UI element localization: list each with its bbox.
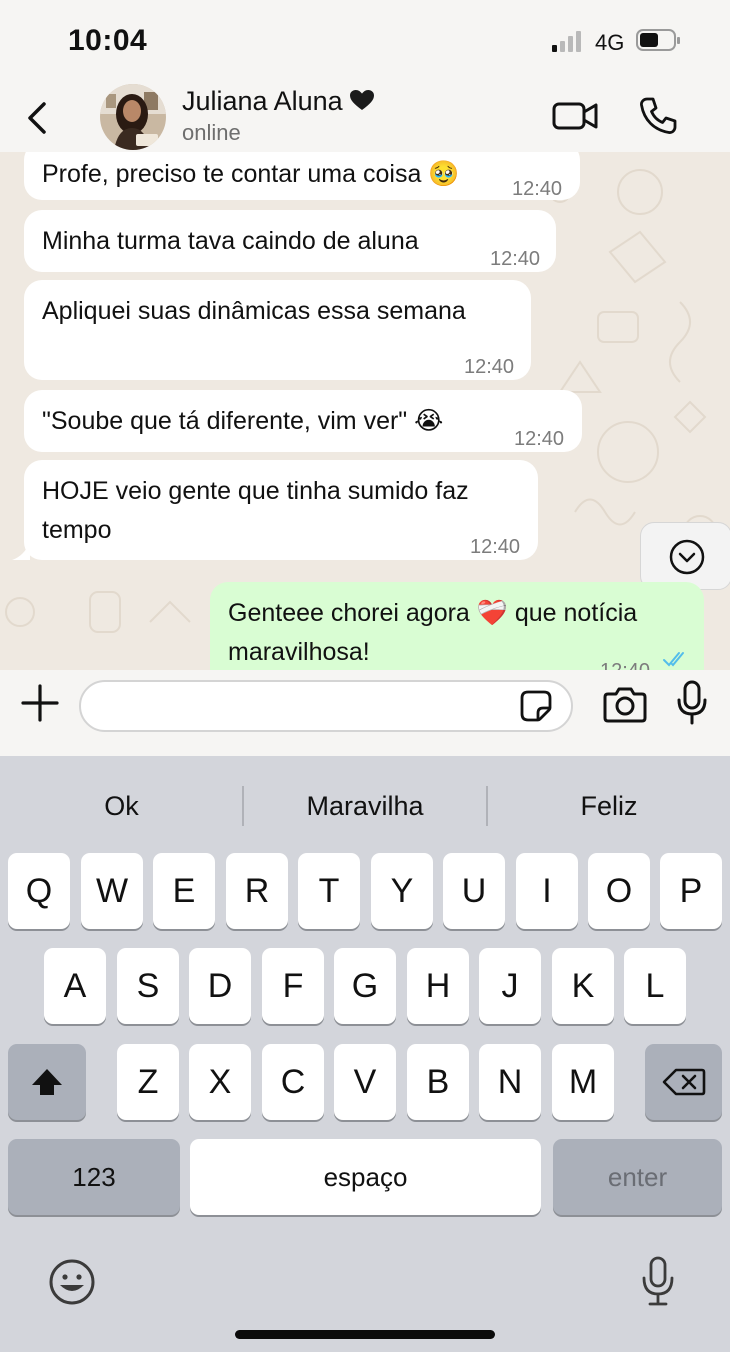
key-d[interactable]: D <box>189 948 251 1024</box>
bubble-tail <box>12 542 30 560</box>
message-bubble-incoming[interactable]: Apliquei suas dinâmicas essa semana 12:4… <box>24 280 531 380</box>
message-text: Profe, preciso te contar uma coisa 🥹 <box>42 160 460 188</box>
backspace-key[interactable] <box>645 1044 722 1120</box>
chat-header: Juliana Aluna online <box>0 80 730 152</box>
plus-icon[interactable] <box>20 683 60 723</box>
contact-name[interactable]: Juliana Aluna <box>182 86 375 117</box>
suggestion-maravilha[interactable]: Maravilha <box>244 772 486 840</box>
key-a[interactable]: A <box>44 948 106 1024</box>
numbers-key[interactable]: 123 <box>8 1139 180 1215</box>
key-j[interactable]: J <box>479 948 541 1024</box>
key-m[interactable]: M <box>552 1044 614 1120</box>
message-input[interactable] <box>79 680 573 732</box>
key-e[interactable]: E <box>153 853 215 929</box>
key-y[interactable]: Y <box>371 853 433 929</box>
avatar[interactable] <box>100 84 166 150</box>
message-time: 12:40 <box>470 536 521 558</box>
status-time: 10:04 <box>68 24 148 57</box>
key-f[interactable]: F <box>262 948 324 1024</box>
dictation-icon[interactable] <box>640 1256 676 1308</box>
key-t[interactable]: T <box>298 853 360 929</box>
message-input-bar <box>0 670 730 756</box>
key-x[interactable]: X <box>189 1044 251 1120</box>
suggestion-ok[interactable]: Ok <box>0 772 243 840</box>
key-q[interactable]: Q <box>8 853 70 929</box>
message-time: 12:40 <box>600 652 650 670</box>
message-text: Apliquei suas dinâmicas essa semana <box>42 297 466 325</box>
message-bubble-incoming[interactable]: HOJE veio gente que tinha sumido faz tem… <box>24 460 538 560</box>
message-text-line: tempo <box>42 516 112 544</box>
message-text: Minha turma tava caindo de aluna <box>42 227 419 255</box>
key-z[interactable]: Z <box>117 1044 179 1120</box>
key-n[interactable]: N <box>479 1044 541 1120</box>
home-indicator[interactable] <box>235 1330 495 1339</box>
status-bar: 10:04 4G <box>0 0 730 80</box>
suggestion-feliz[interactable]: Feliz <box>488 772 730 840</box>
camera-icon[interactable] <box>603 684 647 724</box>
chevron-left-icon[interactable] <box>22 98 52 138</box>
message-text: "Soube que tá diferente, vim ver" 😭 <box>42 407 444 435</box>
battery-icon <box>636 29 680 51</box>
chat-area[interactable]: Profe, preciso te contar uma coisa 🥹 12:… <box>0 152 730 670</box>
sticker-icon[interactable] <box>519 689 553 723</box>
key-i[interactable]: I <box>516 853 578 929</box>
message-time: 12:40 <box>514 428 565 450</box>
key-l[interactable]: L <box>624 948 686 1024</box>
video-camera-icon[interactable] <box>552 98 598 134</box>
shift-key[interactable] <box>8 1044 86 1120</box>
message-text-line: maravilhosa! <box>228 638 370 666</box>
key-u[interactable]: U <box>443 853 505 929</box>
message-bubble-incoming[interactable]: Profe, preciso te contar uma coisa 🥹 12:… <box>24 152 580 200</box>
contact-name-text: Juliana Aluna <box>182 86 343 116</box>
message-bubble-outgoing[interactable]: Genteee chorei agora ❤️‍🩹 que notícia ma… <box>210 582 704 670</box>
read-receipt-icon <box>663 652 684 667</box>
key-w[interactable]: W <box>81 853 143 929</box>
contact-status: online <box>182 120 241 145</box>
key-c[interactable]: C <box>262 1044 324 1120</box>
key-o[interactable]: O <box>588 853 650 929</box>
enter-key[interactable]: enter <box>553 1139 722 1215</box>
emoji-icon[interactable] <box>48 1258 96 1306</box>
keyboard: Ok Maravilha Feliz Q W E R T Y U I O P A… <box>0 756 730 1352</box>
phone-icon[interactable] <box>638 96 678 136</box>
message-text-line: HOJE veio gente que tinha sumido faz <box>42 477 469 505</box>
heart-icon <box>349 90 374 110</box>
key-b[interactable]: B <box>407 1044 469 1120</box>
microphone-icon[interactable] <box>675 680 709 726</box>
space-key[interactable]: espaço <box>190 1139 541 1215</box>
message-time: 12:40 <box>512 178 563 200</box>
key-r[interactable]: R <box>226 853 288 929</box>
message-time: 12:40 <box>490 248 541 270</box>
message-bubble-incoming[interactable]: "Soube que tá diferente, vim ver" 😭 12:4… <box>24 390 582 452</box>
scroll-to-bottom-button[interactable] <box>640 522 730 590</box>
key-v[interactable]: V <box>334 1044 396 1120</box>
message-text-line: Genteee chorei agora ❤️‍🩹 que notícia <box>228 599 638 627</box>
signal-strength-icon <box>552 31 581 52</box>
key-k[interactable]: K <box>552 948 614 1024</box>
key-p[interactable]: P <box>660 853 722 929</box>
network-type: 4G <box>595 30 625 55</box>
message-time: 12:40 <box>464 356 515 378</box>
key-s[interactable]: S <box>117 948 179 1024</box>
suggestion-bar: Ok Maravilha Feliz <box>0 772 730 840</box>
backspace-icon <box>662 1068 706 1096</box>
shift-icon <box>32 1069 62 1095</box>
key-h[interactable]: H <box>407 948 469 1024</box>
key-g[interactable]: G <box>334 948 396 1024</box>
chevron-down-icon <box>669 539 705 575</box>
message-bubble-incoming[interactable]: Minha turma tava caindo de aluna 12:40 <box>24 210 556 272</box>
